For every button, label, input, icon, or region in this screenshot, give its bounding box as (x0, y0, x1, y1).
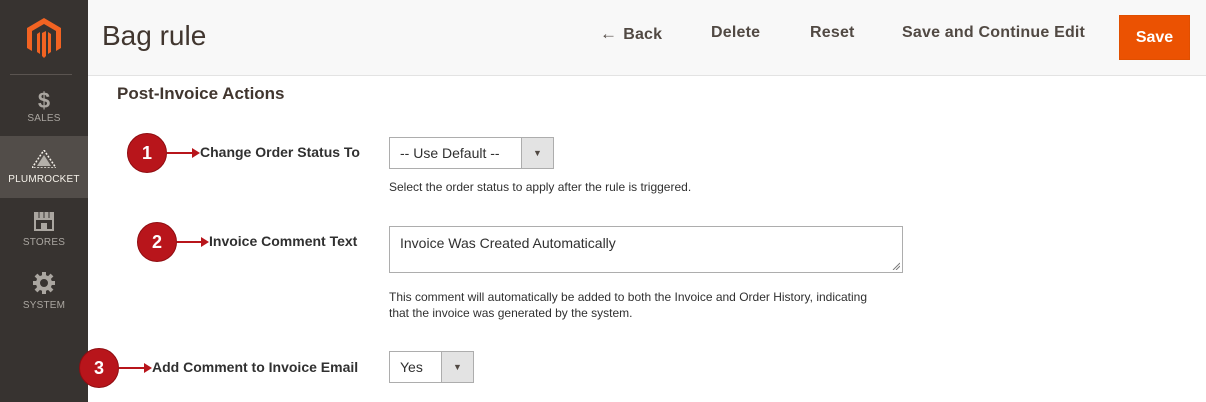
sidebar-item-sales[interactable]: $ SALES (0, 76, 88, 138)
page-title: Bag rule (102, 20, 207, 51)
arrow-left-icon: ← (600, 24, 618, 43)
annotation-badge-1: 1 (127, 133, 167, 173)
sidebar-item-system[interactable]: SYSTEM (0, 260, 88, 322)
annotation-arrowhead-2 (201, 237, 209, 247)
resize-grip-icon[interactable] (892, 262, 900, 270)
logo-divider (10, 74, 72, 75)
sidebar-item-label: SALES (27, 112, 61, 124)
chevron-down-icon: ▼ (441, 352, 473, 382)
store-icon (32, 211, 56, 235)
sidebar-item-label: STORES (22, 236, 66, 248)
save-and-continue-button[interactable]: Save and Continue Edit (902, 24, 1085, 42)
plumrocket-icon (30, 148, 58, 172)
sidebar-item-label: SYSTEM (22, 299, 66, 311)
annotation-arrow-1 (167, 152, 193, 154)
add-comment-email-select[interactable]: Yes ▼ (389, 351, 474, 383)
magento-logo[interactable] (0, 0, 88, 76)
order-status-label: Change Order Status To (200, 144, 360, 160)
admin-sidebar: $ SALES PLUMROCKET STORES SYSTEM (0, 0, 88, 402)
annotation-arrow-3 (119, 367, 145, 369)
sidebar-item-stores[interactable]: STORES (0, 198, 88, 260)
invoice-comment-note-line2: that the invoice was generated by the sy… (389, 306, 633, 320)
invoice-comment-note-line1: This comment will automatically be added… (389, 290, 868, 304)
invoice-comment-label: Invoice Comment Text (209, 233, 358, 249)
back-button[interactable]: ← Back (600, 24, 662, 44)
add-comment-email-value: Yes (400, 359, 423, 375)
delete-button[interactable]: Delete (711, 24, 760, 42)
order-status-select[interactable]: -- Use Default -- ▼ (389, 137, 554, 169)
annotation-badge-2: 2 (137, 222, 177, 262)
reset-button[interactable]: Reset (810, 24, 855, 42)
annotation-arrowhead-3 (144, 363, 152, 373)
back-button-label: Back (623, 26, 663, 43)
section-title: Post-Invoice Actions (117, 84, 285, 103)
invoice-comment-note: This comment will automatically be added… (389, 289, 867, 321)
save-button[interactable]: Save (1119, 15, 1190, 60)
magento-logo-icon (27, 18, 61, 58)
gear-icon (33, 271, 55, 298)
sidebar-item-label: PLUMROCKET (8, 173, 80, 185)
annotation-arrow-2 (177, 241, 202, 243)
invoice-comment-value: Invoice Was Created Automatically (400, 235, 616, 251)
order-status-value: -- Use Default -- (400, 145, 500, 161)
dollar-icon: $ (37, 87, 51, 113)
order-status-note: Select the order status to apply after t… (389, 180, 692, 194)
annotation-badge-3: 3 (79, 348, 119, 388)
sidebar-item-plumrocket[interactable]: PLUMROCKET (0, 136, 88, 198)
annotation-arrowhead-1 (192, 148, 200, 158)
add-comment-email-label: Add Comment to Invoice Email (152, 359, 359, 375)
chevron-down-icon: ▼ (521, 138, 553, 168)
invoice-comment-textarea[interactable]: Invoice Was Created Automatically (389, 226, 903, 273)
page-header: Bag rule ← Back Delete Reset Save and Con… (88, 0, 1206, 76)
